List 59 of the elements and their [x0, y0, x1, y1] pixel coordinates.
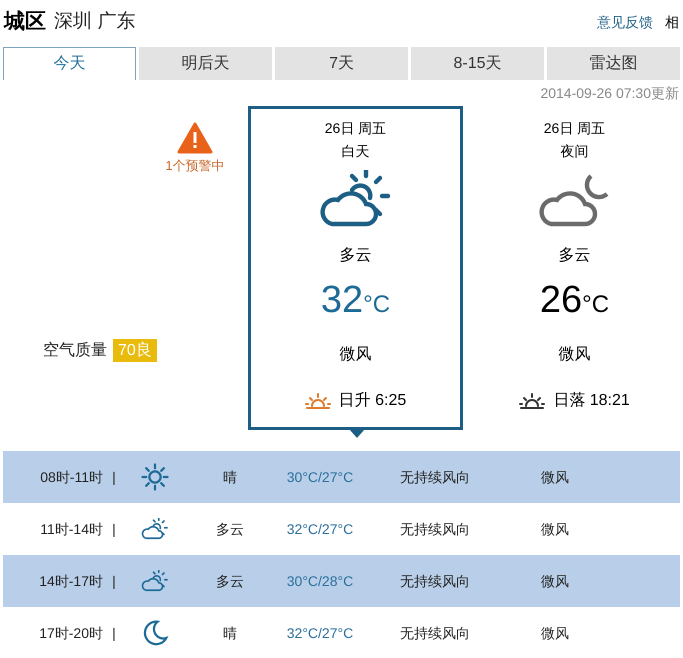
- wind-direction: 无持续风向: [399, 520, 471, 538]
- tab[interactable]: 8-15天: [411, 47, 544, 80]
- location-text: 深圳 广东: [54, 10, 136, 34]
- wind-force: 微风: [540, 468, 570, 486]
- cloud-sun-icon: [140, 570, 170, 592]
- wind-force: 微风: [540, 624, 570, 642]
- update-time: 2014-09-26 07:30更新: [540, 84, 679, 102]
- weather-text: 多云: [340, 246, 372, 266]
- weather-text: 多云: [215, 572, 245, 590]
- time-range: 08时-11时: [39, 468, 103, 486]
- date-text: 26日 周五: [544, 119, 606, 138]
- temperature-range: 32°C/27°C: [286, 520, 354, 538]
- weather-text: 多云: [558, 246, 590, 266]
- temperature-unit: °C: [363, 290, 390, 320]
- temperature: 26: [540, 278, 582, 322]
- warning-icon: [177, 122, 213, 154]
- tab[interactable]: 今天: [3, 47, 136, 80]
- temperature-range: 30°C/28°C: [286, 572, 354, 590]
- weather-text: 多云: [215, 520, 245, 538]
- related-link[interactable]: 相: [665, 12, 679, 32]
- tab[interactable]: 7天: [275, 47, 408, 80]
- feedback-link[interactable]: 意见反馈: [597, 12, 653, 32]
- wind-force: 微风: [540, 572, 570, 590]
- separator-text: |: [111, 572, 117, 591]
- wind-text: 微风: [558, 345, 590, 365]
- period-text: 白天: [342, 142, 370, 161]
- separator-text: |: [111, 624, 117, 643]
- separator-text: |: [111, 520, 117, 539]
- warning-text[interactable]: 1个预警中: [165, 156, 225, 176]
- wind-direction: 无持续风向: [399, 624, 471, 642]
- air-quality-badge: 70良: [113, 339, 157, 362]
- district-title: 城区: [4, 9, 46, 36]
- wind-direction: 无持续风向: [399, 572, 471, 590]
- separator-text: |: [111, 468, 117, 487]
- wind-force: 微风: [540, 520, 570, 538]
- wind-text: 微风: [340, 345, 372, 365]
- temperature-range: 32°C/27°C: [286, 624, 354, 642]
- time-range: 11时-14时: [39, 520, 103, 538]
- sun-time-text: 日落 18:21: [553, 390, 630, 411]
- forecast-card[interactable]: 26日 周五 夜间 多云 26°C 微风 日落 18:21: [467, 106, 682, 430]
- pointer-icon: [349, 429, 365, 439]
- date-text: 26日 周五: [324, 119, 386, 138]
- sunrise-icon: [304, 392, 331, 410]
- temperature-unit: °C: [582, 290, 610, 320]
- temperature: 32: [320, 278, 364, 322]
- sunset-icon: [519, 392, 546, 410]
- wind-direction: 无持续风向: [399, 468, 471, 486]
- air-quality-label: 空气质量: [43, 340, 107, 360]
- time-range: 14时-17时: [38, 572, 103, 590]
- tab[interactable]: 雷达图: [547, 47, 680, 80]
- sun-icon: [140, 462, 170, 492]
- temperature-range: 30°C/27°C: [286, 468, 354, 486]
- cloud-sun-icon: [140, 518, 170, 540]
- weather-text: 晴: [222, 624, 238, 642]
- weather-text: 晴: [222, 468, 238, 486]
- sun-time-text: 日升 6:25: [338, 391, 406, 411]
- period-text: 夜间: [560, 142, 588, 161]
- time-range: 17时-20时: [38, 624, 103, 642]
- tab[interactable]: 明后天: [139, 47, 272, 80]
